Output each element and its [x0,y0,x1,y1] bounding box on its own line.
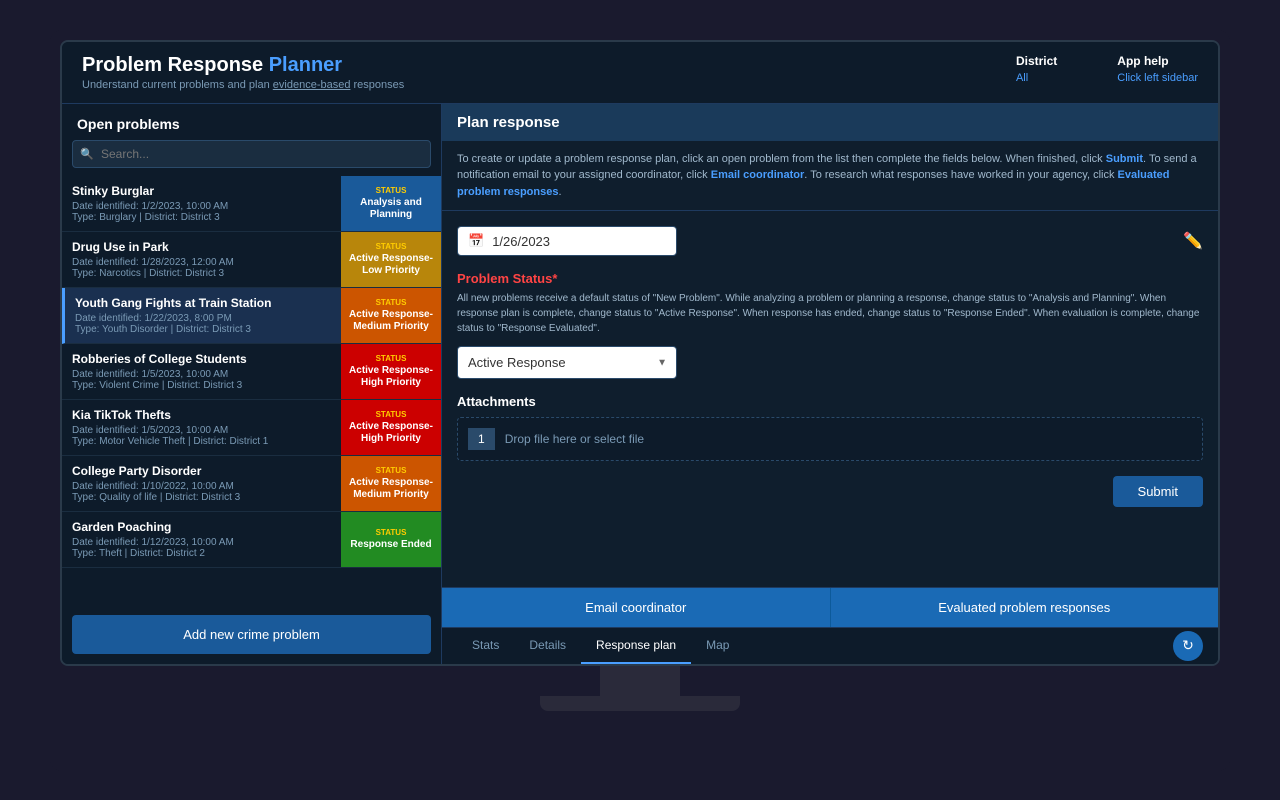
refresh-button[interactable]: ↻ [1173,631,1203,661]
problem-item[interactable]: Drug Use in Park Date identified: 1/28/2… [62,232,441,288]
evaluated-responses-button[interactable]: Evaluated problem responses [831,588,1219,627]
plan-response-title: Plan response [457,114,1203,131]
problem-name: Drug Use in Park [72,240,331,254]
date-field: 📅 [457,226,677,256]
stand-base [540,696,740,711]
problem-item[interactable]: College Party Disorder Date identified: … [62,456,441,512]
edit-icon[interactable]: ✏️ [1183,231,1203,251]
stand-neck [600,666,680,696]
submit-highlight: Submit [1106,153,1143,165]
problem-status-label: Problem Status* [457,271,1203,286]
tab-details[interactable]: Details [514,628,581,664]
email-coordinator-highlight: Email coordinator [711,169,805,181]
problem-item[interactable]: Stinky Burglar Date identified: 1/2/2023… [62,176,441,232]
problem-info: Youth Gang Fights at Train Station Date … [65,288,341,343]
problem-name: College Party Disorder [72,464,331,478]
main-content: Open problems 🔍 Stinky Burglar Date iden… [62,104,1218,664]
status-description: All new problems receive a default statu… [457,291,1203,336]
app-title: Problem Response Planner Understand curr… [82,54,404,91]
status-select[interactable]: New Problem Analysis and Planning Active… [457,346,677,379]
problem-type: Type: Theft | District: District 2 [72,548,331,559]
status-badge: Status Active Response-High Priority [341,344,441,399]
status-select-container: New Problem Analysis and Planning Active… [457,346,677,379]
tabs-bar: Stats Details Response plan Map ↻ [442,627,1218,664]
problem-name: Garden Poaching [72,520,331,534]
problem-type: Type: Motor Vehicle Theft | District: Di… [72,436,331,447]
problem-meta: Date identified: 1/22/2023, 8:00 PM [75,313,331,324]
date-input[interactable] [492,234,668,249]
status-badge: Status Response Ended [341,512,441,567]
problem-status-section: Problem Status* All new problems receive… [457,271,1203,379]
drop-text: Drop file here or select file [505,432,644,446]
problem-name: Kia TikTok Thefts [72,408,331,422]
problem-info: Drug Use in Park Date identified: 1/28/2… [62,232,341,287]
problem-info: Kia TikTok Thefts Date identified: 1/5/2… [62,400,341,455]
header-right: District All App help Click left sidebar [1016,54,1198,86]
status-badge: Status Active Response-High Priority [341,400,441,455]
help-label: App help [1117,54,1198,68]
open-problems-title: Open problems [62,104,441,140]
right-panel: Plan response To create or update a prob… [442,104,1218,664]
problem-item[interactable]: Robberies of College Students Date ident… [62,344,441,400]
problem-name: Youth Gang Fights at Train Station [75,296,331,310]
plan-response-desc: To create or update a problem response p… [442,141,1218,212]
attachments-title: Attachments [457,394,1203,409]
submit-button[interactable]: Submit [1113,476,1203,507]
app-header: Problem Response Planner Understand curr… [62,42,1218,104]
problem-item[interactable]: Garden Poaching Date identified: 1/12/20… [62,512,441,568]
problem-info: College Party Disorder Date identified: … [62,456,341,511]
drop-count: 1 [468,428,495,450]
problem-meta: Date identified: 1/5/2023, 10:00 AM [72,425,331,436]
status-badge: Status Active Response-Low Priority [341,232,441,287]
status-badge: Status Analysis and Planning [341,176,441,231]
problem-type: Type: Burglary | District: District 3 [72,212,331,223]
right-panel-content: 📅 ✏️ Problem Status* All new problems re… [442,211,1218,587]
attachments-section: Attachments 1 Drop file here or select f… [457,394,1203,461]
submit-row: Submit [457,476,1203,507]
district-label: District [1016,54,1057,68]
problem-info: Robberies of College Students Date ident… [62,344,341,399]
app-title-text: Problem Response Planner [82,54,404,77]
search-box: 🔍 [72,140,431,168]
problem-item-selected[interactable]: Youth Gang Fights at Train Station Date … [62,288,441,344]
problem-type: Type: Youth Disorder | District: Distric… [75,324,331,335]
drop-zone[interactable]: 1 Drop file here or select file [457,417,1203,461]
help-value: Click left sidebar [1117,72,1198,84]
problem-meta: Date identified: 1/12/2023, 10:00 AM [72,537,331,548]
problem-item[interactable]: Kia TikTok Thefts Date identified: 1/5/2… [62,400,441,456]
problem-info: Stinky Burglar Date identified: 1/2/2023… [62,176,341,231]
problem-meta: Date identified: 1/2/2023, 10:00 AM [72,201,331,212]
header-district: District All [1016,54,1057,86]
problem-meta: Date identified: 1/10/2022, 10:00 AM [72,481,331,492]
left-panel: Open problems 🔍 Stinky Burglar Date iden… [62,104,442,664]
tab-stats[interactable]: Stats [457,628,514,664]
search-input[interactable] [72,140,431,168]
tab-response-plan[interactable]: Response plan [581,628,691,664]
district-value: All [1016,72,1028,84]
date-row: 📅 ✏️ [457,226,1203,256]
problem-meta: Date identified: 1/28/2023, 12:00 AM [72,257,331,268]
problem-name: Robberies of College Students [72,352,331,366]
calendar-icon: 📅 [468,233,484,249]
evaluated-responses-highlight: Evaluated problem responses [457,169,1170,198]
tab-map[interactable]: Map [691,628,744,664]
required-indicator: * [552,271,557,286]
email-coordinator-button[interactable]: Email coordinator [442,588,831,627]
monitor-stand [60,666,1220,711]
status-badge: Status Active Response-Medium Priority [341,456,441,511]
plan-response-header: Plan response [442,104,1218,141]
problems-list: Stinky Burglar Date identified: 1/2/2023… [62,176,441,605]
action-buttons: Email coordinator Evaluated problem resp… [442,587,1218,627]
problem-type: Type: Narcotics | District: District 3 [72,268,331,279]
problem-meta: Date identified: 1/5/2023, 10:00 AM [72,369,331,380]
app-subtitle: Understand current problems and plan evi… [82,79,404,91]
problem-type: Type: Violent Crime | District: District… [72,380,331,391]
problem-info: Garden Poaching Date identified: 1/12/20… [62,512,341,567]
status-badge: Status Active Response-Medium Priority [341,288,441,343]
search-icon: 🔍 [80,147,94,160]
problem-type: Type: Quality of life | District: Distri… [72,492,331,503]
add-problem-button[interactable]: Add new crime problem [72,615,431,654]
problem-name: Stinky Burglar [72,184,331,198]
header-help: App help Click left sidebar [1117,54,1198,86]
